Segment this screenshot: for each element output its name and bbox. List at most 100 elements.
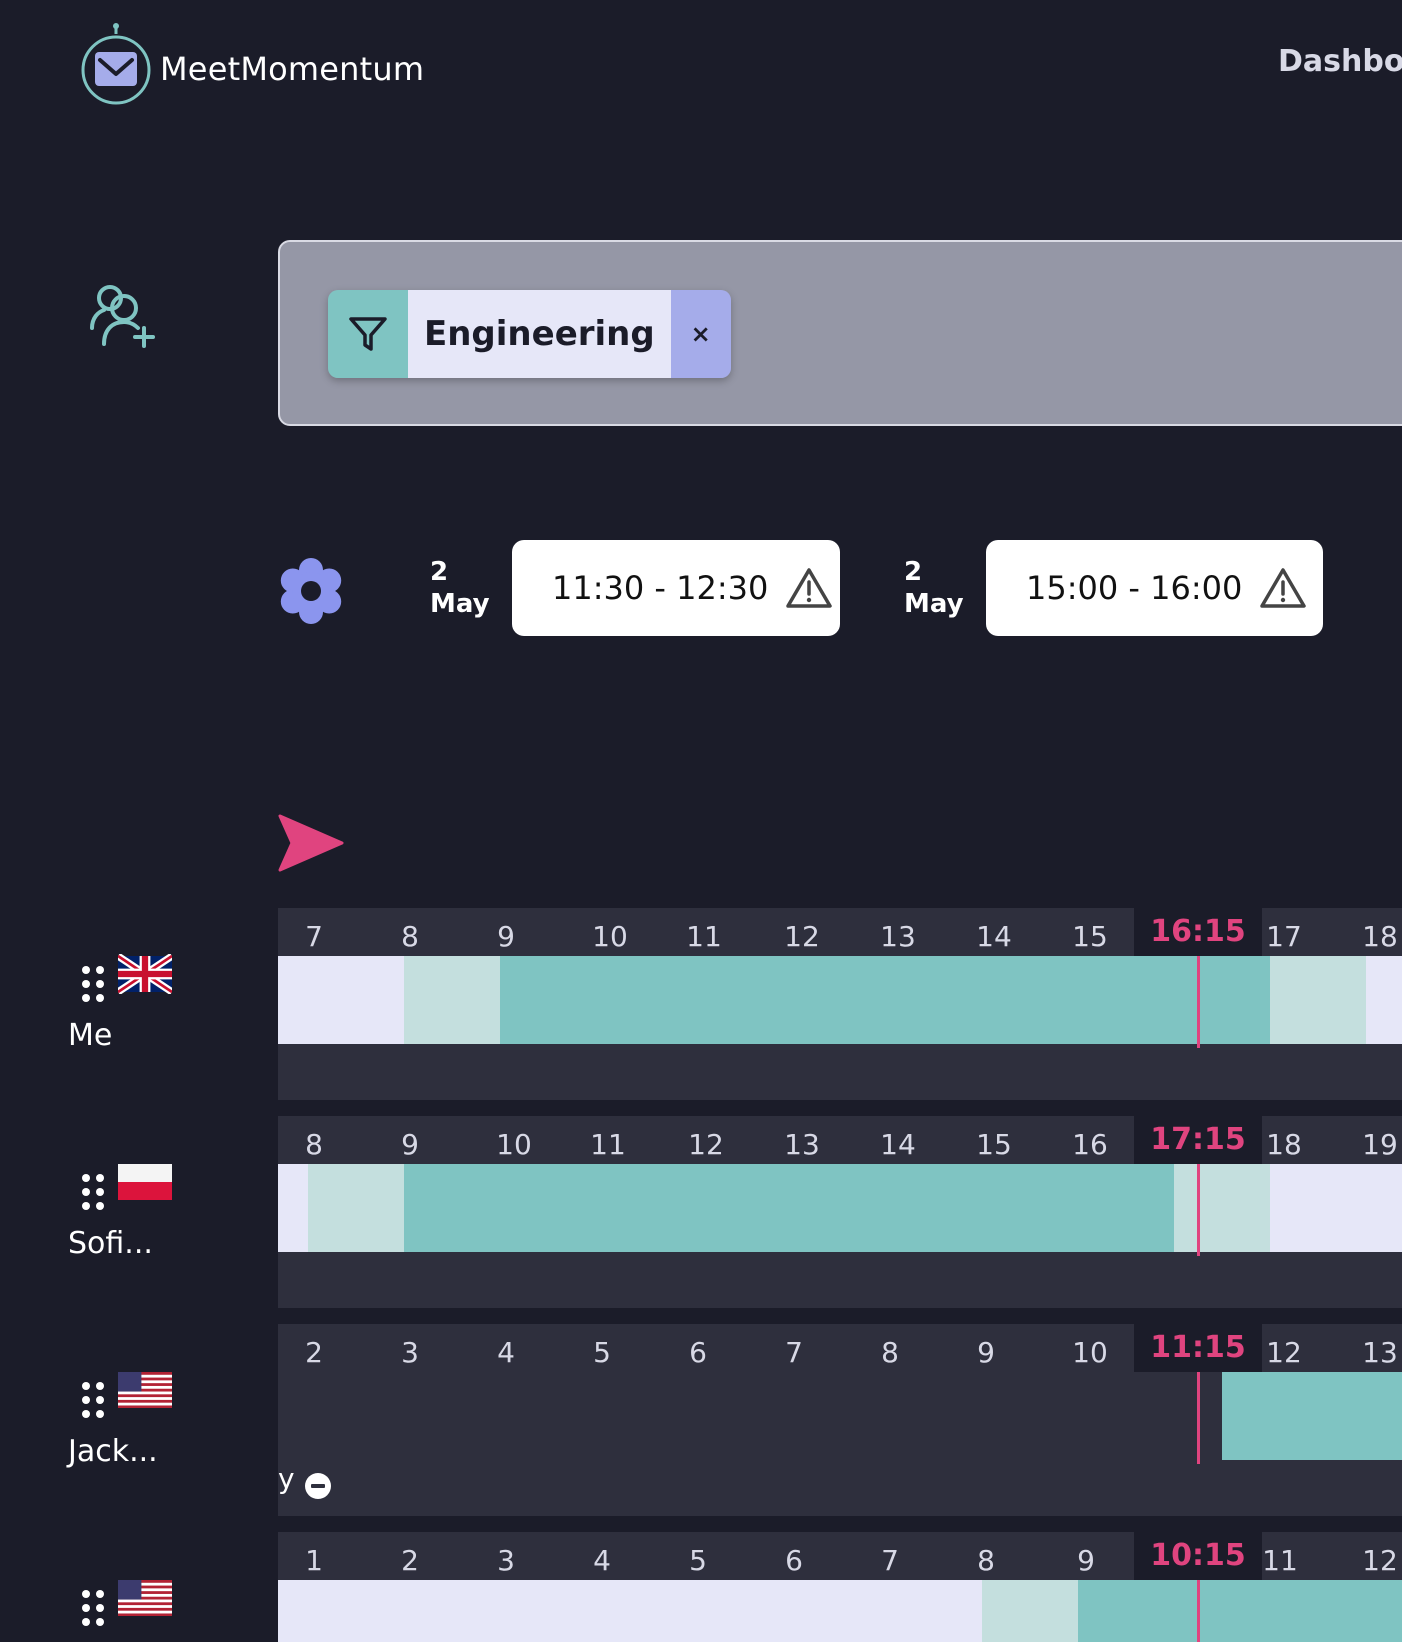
hour-label: 14 (880, 1128, 916, 1161)
us-flag-icon (118, 1580, 172, 1616)
hour-scale: 7 8 9 10 11 12 13 14 15 16:15 17 18 (278, 908, 1402, 956)
send-icon[interactable] (278, 812, 344, 874)
filter-chip-label: Engineering (408, 290, 671, 378)
hour-label: 15 (1072, 920, 1108, 953)
hour-scale: 8 9 10 11 12 13 14 15 16 17:15 18 19 (278, 1116, 1402, 1164)
slot-date: 2 May (430, 556, 490, 620)
hour-label: 4 (497, 1336, 515, 1369)
drag-handle-icon[interactable] (80, 1172, 106, 1212)
current-time-line (1197, 1372, 1200, 1464)
timeline-track: 8 9 10 11 12 13 14 15 16 17:15 18 19 (278, 1116, 1402, 1308)
user-name: Sofi... (68, 1226, 153, 1261)
hour-label: 18 (1362, 920, 1398, 953)
timeline-track: 1 2 3 4 5 6 7 8 9 10:15 11 12 (278, 1532, 1402, 1642)
us-flag-icon (118, 1372, 172, 1408)
timeline-footer (278, 1252, 1402, 1308)
drag-handle-icon[interactable] (80, 1380, 106, 1420)
timeline-track: 7 8 9 10 11 12 13 14 15 16:15 17 18 (278, 908, 1402, 1100)
slot-date-day: 2 (430, 557, 449, 587)
hour-label: 8 (977, 1544, 995, 1577)
hour-label: 2 (305, 1336, 323, 1369)
drag-handle-icon[interactable] (80, 1588, 106, 1628)
hour-label: 15 (976, 1128, 1012, 1161)
hour-scale: 2 3 4 5 6 7 8 9 10 11:15 12 13 (278, 1324, 1402, 1372)
meeting-slot-card[interactable]: 11:30 - 12:30 (512, 540, 840, 636)
flexible-hours-segment (1270, 956, 1366, 1044)
nav-dashboard-link[interactable]: Dashboa (1278, 44, 1402, 79)
warning-icon (786, 568, 833, 608)
hour-label: 9 (1077, 1544, 1095, 1577)
hour-label: 9 (977, 1336, 995, 1369)
hour-label: 8 (881, 1336, 899, 1369)
hour-label: 10 (1072, 1336, 1108, 1369)
app-title: MeetMomentum (160, 50, 425, 88)
logo-icon (81, 23, 151, 105)
availability-bar (278, 956, 1402, 1044)
hour-label: 12 (1362, 1544, 1398, 1577)
slot-date: 2 May (904, 556, 964, 620)
hour-label: 16 (1072, 1128, 1108, 1161)
hour-label: 12 (688, 1128, 724, 1161)
off-hours-segment (278, 1164, 308, 1252)
hour-scale: 1 2 3 4 5 6 7 8 9 10:15 11 12 (278, 1532, 1402, 1580)
availability-bar (278, 1372, 1402, 1460)
current-time-line (1197, 1164, 1200, 1256)
working-hours-segment (1222, 1372, 1402, 1460)
uk-flag-icon (118, 954, 172, 994)
hour-label: 11 (1262, 1544, 1298, 1577)
working-hours-segment (500, 956, 1270, 1044)
slot-date-month: May (430, 589, 490, 619)
hour-label: 18 (1266, 1128, 1302, 1161)
hour-label: 9 (497, 920, 515, 953)
hour-label: 11 (590, 1128, 626, 1161)
timeline-footer (278, 1044, 1402, 1100)
current-time-line (1197, 1580, 1200, 1642)
meeting-slot-card[interactable]: 15:00 - 16:00 (986, 540, 1323, 636)
off-hours-segment (1270, 1164, 1402, 1252)
off-hours-segment (278, 1580, 982, 1642)
hour-label: 2 (401, 1544, 419, 1577)
slot-time: 11:30 - 12:30 (552, 569, 769, 607)
timeline-footer: y (278, 1460, 1402, 1516)
hour-label: 7 (785, 1336, 803, 1369)
hour-label: 7 (881, 1544, 899, 1577)
slot-time: 15:00 - 16:00 (1026, 569, 1243, 607)
hour-label: 12 (1266, 1336, 1302, 1369)
slot-date-day: 2 (904, 557, 923, 587)
remove-circle-icon[interactable] (304, 1472, 332, 1500)
hour-label: 7 (305, 920, 323, 953)
slot-date-month: May (904, 589, 964, 619)
current-time-label: 17:15 (1150, 1122, 1246, 1157)
hour-label: 6 (785, 1544, 803, 1577)
filter-icon (328, 290, 408, 378)
warning-icon (1260, 568, 1307, 608)
hour-label: 5 (689, 1544, 707, 1577)
hour-label: 8 (401, 920, 419, 953)
off-hours-segment (1366, 956, 1402, 1044)
availability-bar (278, 1580, 1402, 1642)
user-name: Me (68, 1018, 113, 1053)
flexible-hours-segment (982, 1580, 1078, 1642)
working-hours-segment (1078, 1580, 1402, 1642)
working-hours-segment (404, 1164, 1174, 1252)
poland-flag-icon (118, 1164, 172, 1200)
current-time-label: 10:15 (1150, 1538, 1246, 1573)
current-time-line (1197, 956, 1200, 1048)
hour-label: 10 (592, 920, 628, 953)
availability-bar (278, 1164, 1402, 1252)
settings-gear-icon[interactable] (276, 556, 346, 626)
hour-label: 13 (880, 920, 916, 953)
hour-label: 12 (784, 920, 820, 953)
off-hours-segment (278, 956, 404, 1044)
hour-label: 14 (976, 920, 1012, 953)
filter-chip-engineering: Engineering × (328, 290, 731, 378)
drag-handle-icon[interactable] (80, 964, 106, 1004)
hour-label: 13 (784, 1128, 820, 1161)
remove-filter-button[interactable]: × (670, 290, 731, 378)
user-name: Jack... (68, 1434, 158, 1469)
hour-label: 3 (497, 1544, 515, 1577)
hour-label: 6 (689, 1336, 707, 1369)
hour-label: 4 (593, 1544, 611, 1577)
footer-text: y (278, 1462, 295, 1495)
add-users-icon[interactable] (88, 282, 160, 354)
